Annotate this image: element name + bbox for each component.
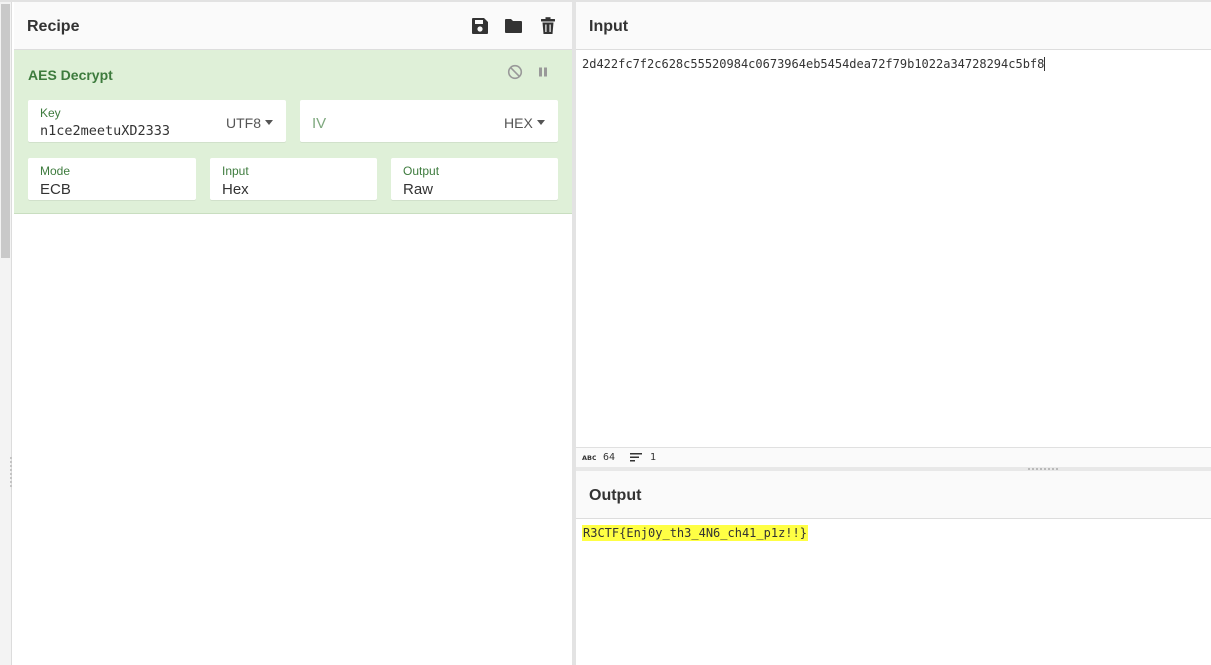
- iv-encoding-value: HEX: [504, 115, 533, 131]
- input-title: Input: [589, 18, 629, 35]
- svg-text:ABC: ABC: [582, 454, 596, 462]
- key-encoding-value: UTF8: [226, 115, 261, 131]
- left-gutter: [0, 2, 12, 665]
- output-format-select[interactable]: Output Raw: [391, 158, 558, 200]
- length-icon: ABC: [582, 452, 597, 465]
- input-pane: Input 2d422fc7f2c628c55520984c0673964eb5…: [576, 2, 1211, 447]
- operation-title: AES Decrypt: [28, 67, 113, 83]
- input-text: 2d422fc7f2c628c55520984c0673964eb5454dea…: [582, 57, 1045, 71]
- pause-icon[interactable]: [535, 64, 551, 80]
- input-format-select[interactable]: Input Hex: [210, 158, 377, 200]
- input-textarea[interactable]: 2d422fc7f2c628c55520984c0673964eb5454dea…: [582, 57, 1046, 71]
- output-pane: Output R3CTF{Enj0y_th3_4N6_ch41_p1z!!}: [576, 471, 1211, 665]
- input-format-label: Input: [222, 164, 249, 178]
- output-header: Output: [576, 471, 1211, 519]
- gutter-scrollbar-thumb[interactable]: [1, 4, 10, 258]
- key-encoding-dropdown[interactable]: UTF8: [226, 115, 273, 131]
- lines-icon: [630, 452, 643, 465]
- key-input[interactable]: n1ce2meetuXD2333: [40, 123, 170, 139]
- recipe-header: Recipe: [14, 2, 572, 50]
- input-length: 64: [603, 452, 616, 463]
- chevron-down-icon: [265, 120, 273, 125]
- recipe-pane: Recipe AES Decrypt Key n1ce2meetuXD2333 …: [14, 2, 572, 665]
- folder-open-icon[interactable]: [504, 16, 524, 36]
- key-label: Key: [40, 106, 61, 120]
- text-cursor: [1044, 57, 1046, 71]
- mode-label: Mode: [40, 164, 71, 178]
- aes-decrypt-operation: AES Decrypt Key n1ce2meetuXD2333 UTF8 IV…: [14, 50, 572, 214]
- output-format-label: Output: [403, 164, 440, 178]
- mode-value[interactable]: ECB: [40, 181, 71, 198]
- output-title: Output: [589, 487, 642, 504]
- key-field[interactable]: Key n1ce2meetuXD2333 UTF8: [28, 100, 286, 142]
- output-text: R3CTF{Enj0y_th3_4N6_ch41_p1z!!}: [582, 525, 808, 541]
- mode-select[interactable]: Mode ECB: [28, 158, 196, 200]
- iv-encoding-dropdown[interactable]: HEX: [504, 115, 545, 131]
- input-header: Input: [576, 2, 1211, 50]
- save-icon[interactable]: [470, 16, 490, 36]
- iv-field[interactable]: IV HEX: [300, 100, 558, 142]
- recipe-title: Recipe: [27, 18, 80, 35]
- trash-icon[interactable]: [538, 16, 558, 36]
- output-textarea[interactable]: R3CTF{Enj0y_th3_4N6_ch41_p1z!!}: [582, 525, 808, 541]
- disable-icon[interactable]: [507, 64, 523, 80]
- input-status-bar: ABC 64 1: [576, 447, 1211, 468]
- chevron-down-icon: [536, 120, 545, 125]
- output-format-value[interactable]: Raw: [403, 181, 433, 198]
- input-lines: 1: [650, 452, 657, 463]
- input-format-value[interactable]: Hex: [222, 181, 249, 198]
- iv-placeholder[interactable]: IV: [312, 115, 326, 132]
